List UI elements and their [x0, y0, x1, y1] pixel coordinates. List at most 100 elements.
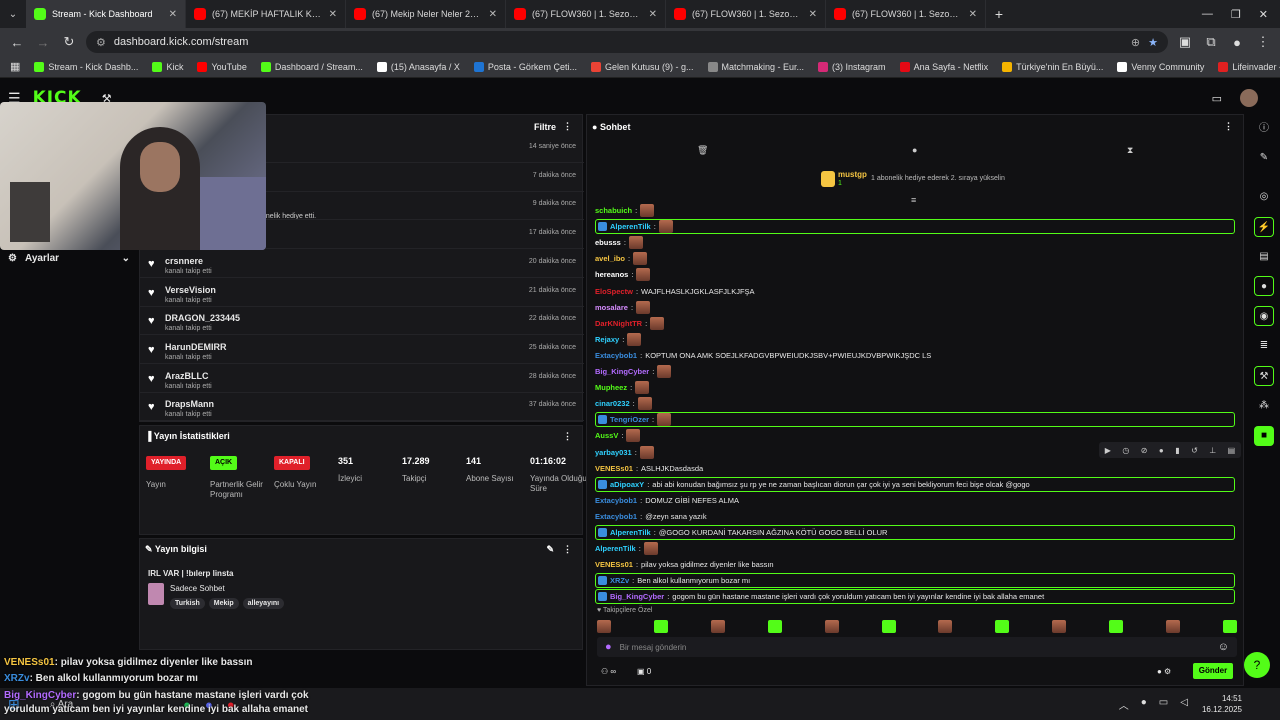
chat-username[interactable]: avel_ibo: [595, 254, 625, 263]
bookmark-item[interactable]: Stream - Kick Dashb...: [34, 61, 138, 72]
bookmark-item[interactable]: Lifeinvader - VennyV: [1218, 61, 1280, 72]
emote-picker-icon[interactable]: [653, 620, 668, 633]
info-icon[interactable]: ⓘ: [1254, 119, 1274, 139]
camera-icon[interactable]: ◎: [1254, 187, 1274, 207]
emote-picker-icon[interactable]: [995, 620, 1010, 633]
timer-icon[interactable]: ▣ 0: [637, 667, 651, 676]
browser-tab[interactable]: (67) FLOW360 | 1. Sezon 7. Bölü ✕: [666, 0, 826, 28]
bookmark-item[interactable]: (15) Anasayfa / X: [376, 61, 460, 72]
tab-close-icon[interactable]: ✕: [809, 9, 817, 20]
browser-tab[interactable]: (67) Mekip Neler Neler 26.bölü ✕: [346, 0, 506, 28]
user-avatar[interactable]: [1240, 89, 1258, 107]
mic-tray-icon[interactable]: ●: [1141, 697, 1147, 712]
new-tab-button[interactable]: +: [986, 6, 1012, 22]
bookmark-star-icon[interactable]: ★: [1148, 36, 1158, 49]
play-icon[interactable]: ▶: [1105, 446, 1111, 455]
bookmark-item[interactable]: Venny Community: [1117, 61, 1204, 72]
reload-icon[interactable]: ↻: [60, 34, 78, 50]
browser-tab[interactable]: (67) FLOW360 | 1. Sezon 6. Bölü ✕: [506, 0, 666, 28]
close-window-button[interactable]: ✕: [1259, 8, 1268, 21]
chat-username[interactable]: aDipoaxY: [610, 480, 644, 489]
restore-button[interactable]: ❐: [1231, 8, 1241, 21]
activity-username[interactable]: VerseVision: [165, 285, 216, 295]
emote-picker-icon[interactable]: [1052, 620, 1067, 633]
emote-picker-icon[interactable]: [597, 620, 611, 633]
undo-icon[interactable]: ↺: [1191, 446, 1198, 455]
activity-username[interactable]: DrapsMann: [165, 399, 214, 409]
bookmark-item[interactable]: Matchmaking - Eur...: [707, 61, 804, 72]
activity-username[interactable]: HarunDEMIRR: [165, 342, 227, 352]
chat-username[interactable]: AlperenTilk: [610, 528, 651, 537]
chat-username[interactable]: AussV: [595, 431, 618, 440]
pencil-icon[interactable]: ✎: [1254, 148, 1274, 168]
chat-username[interactable]: Extacybob1: [595, 512, 637, 521]
chat-username[interactable]: VENESs01: [595, 560, 633, 569]
bookmark-item[interactable]: YouTube: [197, 61, 247, 72]
chat-username[interactable]: Mupheez: [595, 383, 627, 392]
radio-icon[interactable]: ◉: [1254, 306, 1274, 326]
chat-username[interactable]: DarKNightTR: [595, 319, 642, 328]
chat-username[interactable]: Big_KingCyber: [610, 592, 664, 601]
filter-button[interactable]: Filtre: [534, 122, 556, 132]
volume-icon[interactable]: ◁: [1180, 697, 1188, 712]
emote-picker-icon[interactable]: [824, 620, 839, 633]
chat-icon[interactable]: ●: [1159, 446, 1164, 455]
browser-tab[interactable]: (67) MEKİP HAFTALIK KOMİK AN ✕: [186, 0, 346, 28]
forward-icon[interactable]: →: [34, 35, 52, 50]
emote-picker-icon[interactable]: [1222, 620, 1237, 633]
stream-tag[interactable]: Turkish: [170, 598, 205, 609]
emote-picker-icon[interactable]: [1109, 620, 1124, 633]
puzzle-icon[interactable]: ⧉: [1202, 34, 1220, 50]
chat-username[interactable]: Big_KingCyber: [595, 367, 649, 376]
chat-username[interactable]: hereanos: [595, 270, 628, 279]
clock-icon[interactable]: ◷: [1122, 446, 1129, 455]
chat-username[interactable]: cinar0232: [595, 399, 630, 408]
viewers-link-icon[interactable]: ⚇ ∞: [601, 667, 616, 676]
emote-picker-icon[interactable]: [767, 620, 782, 633]
chat-username[interactable]: yarbay031: [595, 448, 632, 457]
minimize-button[interactable]: —: [1202, 8, 1213, 21]
emote-picker-icon[interactable]: [1166, 620, 1181, 633]
chat-username[interactable]: AlperenTilk: [595, 544, 636, 553]
emote-picker-icon[interactable]: [938, 620, 953, 633]
chat-username[interactable]: Rejaxy: [595, 335, 619, 344]
activity-username[interactable]: ArazBLLC: [165, 371, 209, 381]
app-icon[interactable]: ■: [1254, 426, 1274, 446]
layout-icon[interactable]: ▭: [1212, 92, 1222, 105]
chat-more-icon[interactable]: ⋮: [1224, 121, 1233, 132]
browser-tab[interactable]: Stream - Kick Dashboard ✕: [26, 0, 186, 28]
bookmark-item[interactable]: Türkiye'nin En Büyü...: [1002, 61, 1103, 72]
emote-picker-icon[interactable]: [710, 620, 725, 633]
stream-tag[interactable]: Mekip: [208, 598, 239, 609]
bookmark-item[interactable]: Posta - Görkem Çeti...: [473, 61, 577, 72]
mute-icon[interactable]: ⊘: [1141, 446, 1148, 455]
chevron-up-icon[interactable]: ︿: [1119, 697, 1129, 712]
hourglass-icon[interactable]: ⧗: [1127, 145, 1133, 156]
site-info-icon[interactable]: ⚙: [96, 36, 106, 49]
delete-icon[interactable]: ▤: [1228, 446, 1236, 455]
chat-username[interactable]: Extacybob1: [595, 351, 637, 360]
wrench-icon[interactable]: ⚒: [1254, 366, 1274, 386]
tab-close-icon[interactable]: ✕: [649, 9, 657, 20]
stack-icon[interactable]: ≣: [1254, 336, 1274, 356]
zoom-icon[interactable]: ⊕: [1131, 36, 1140, 49]
info-more-icon[interactable]: ⋮: [563, 544, 572, 555]
apps-icon[interactable]: ▦: [10, 60, 20, 73]
chat-username[interactable]: schabuich: [595, 206, 632, 215]
network-icon[interactable]: ▭: [1159, 697, 1168, 712]
tab-close-icon[interactable]: ✕: [329, 9, 337, 20]
chat-username[interactable]: mosalare: [595, 303, 628, 312]
settings-section[interactable]: ⚙ Ayarlar ⌄: [8, 250, 130, 266]
trash-icon[interactable]: 🗑: [697, 145, 708, 156]
chat-username[interactable]: TengriOzer: [610, 415, 649, 424]
tab-close-icon[interactable]: ✕: [169, 9, 177, 20]
chat-settings-icon[interactable]: ● ⚙: [1157, 667, 1171, 676]
activity-username[interactable]: crsnnere: [165, 256, 203, 266]
emote-picker-icon[interactable]: [881, 620, 896, 633]
chat-username[interactable]: EloSpectw: [595, 287, 633, 296]
chat-username[interactable]: ebusss: [595, 238, 621, 247]
doc-icon[interactable]: ▤: [1254, 247, 1274, 267]
chat-bubble-icon[interactable]: ●: [912, 145, 917, 155]
emoji-icon[interactable]: ☺: [1218, 641, 1229, 653]
trash-small-icon[interactable]: ▮: [1175, 446, 1179, 455]
